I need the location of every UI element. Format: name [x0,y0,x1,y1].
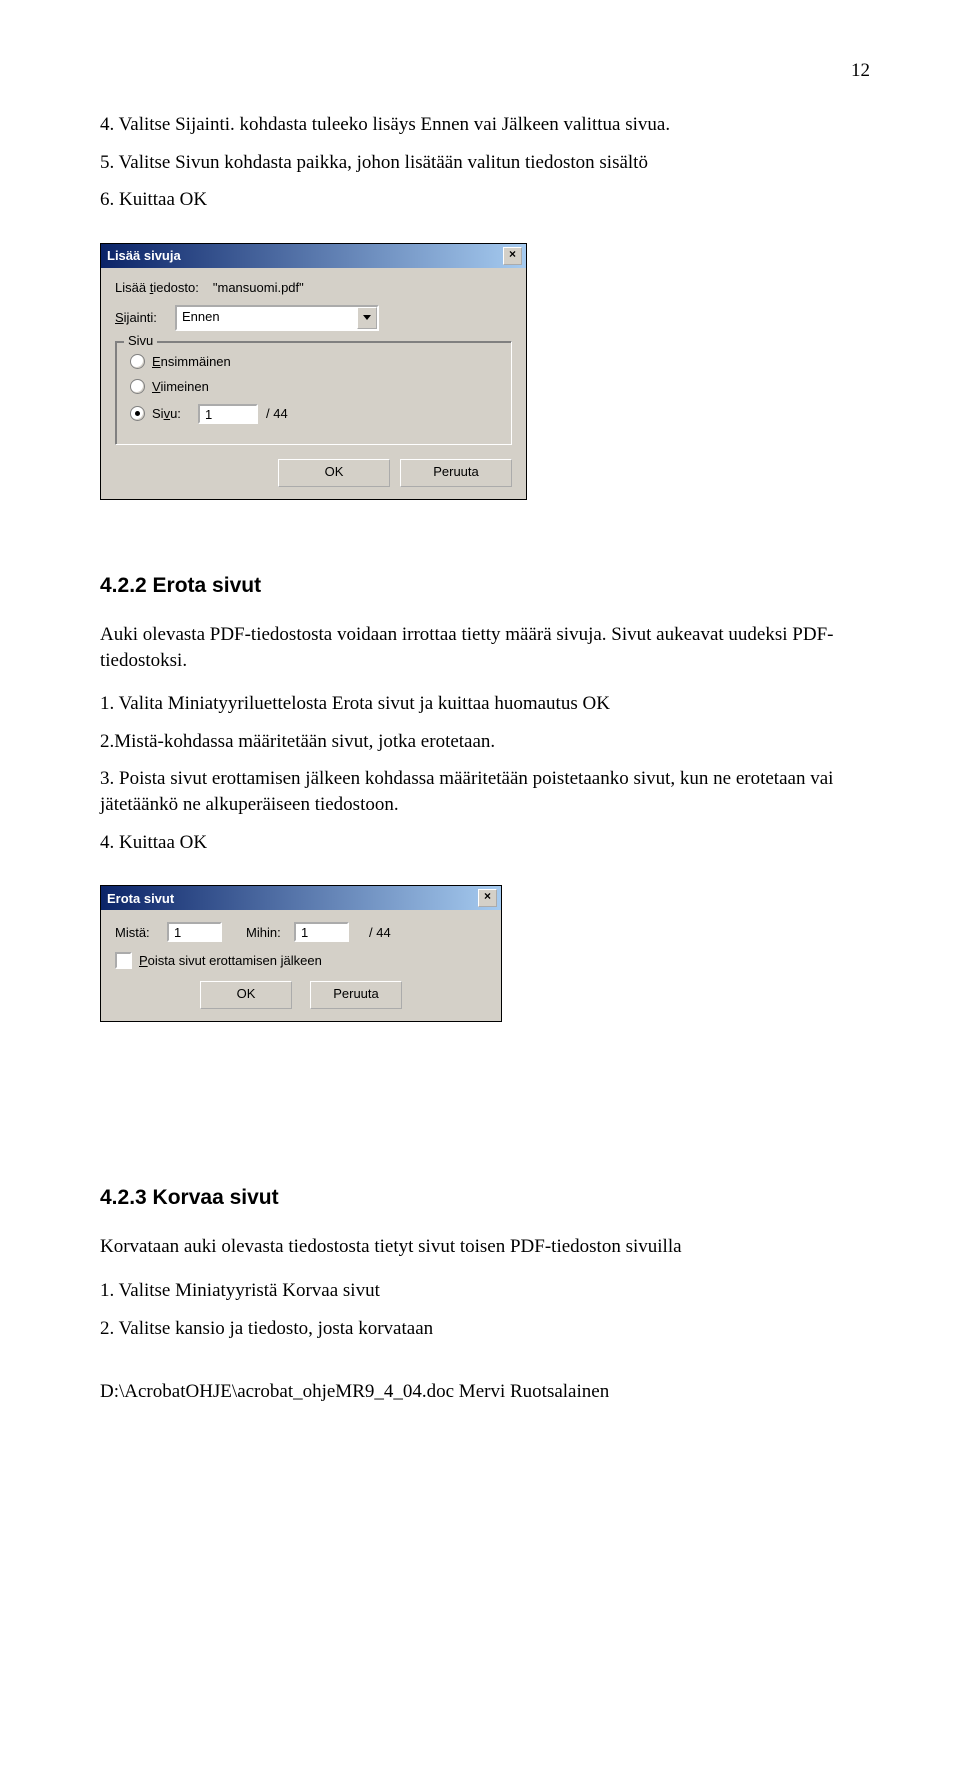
radio-icon [130,379,145,394]
ok-button[interactable]: OK [200,981,292,1009]
radio-last-label: Viimeinen [152,379,209,394]
intro-line-5: 5. Valitse Sivun kohdasta paikka, johon … [100,150,870,176]
page-number: 12 [100,60,870,82]
insert-file-label: Lisää tiedosto: [115,280,199,295]
insert-pages-dialog: Lisää sivuja × Lisää tiedosto: "mansuomi… [100,243,527,500]
intro-line-6: 6. Kuittaa OK [100,187,870,213]
radio-page-label: Sivu: [152,406,198,421]
cancel-button[interactable]: Peruuta [400,459,512,487]
radio-last[interactable]: Viimeinen [130,379,497,394]
section-4-2-2-head: 4.2.2 Erota sivut [100,574,870,598]
location-value: Ennen [177,307,357,329]
location-select[interactable]: Ennen [175,305,379,331]
radio-icon [130,406,145,421]
close-icon[interactable]: × [478,889,497,907]
sec2-step2: 2.Mistä-kohdassa määritetään sivut, jotk… [100,729,870,755]
cancel-button[interactable]: Peruuta [310,981,402,1009]
radio-first-label: Ensimmäinen [152,354,231,369]
radio-icon [130,354,145,369]
dialog-title: Erota sivut [107,891,174,906]
page-number-input[interactable]: 1 [198,404,258,424]
radio-page[interactable]: Sivu: 1 / 44 [130,404,497,424]
page-group: Sivu Ensimmäinen Viimeinen Sivu: 1 / 44 [115,341,512,445]
dialog-titlebar: Erota sivut × [101,886,501,910]
from-input[interactable]: 1 [167,922,222,942]
to-label: Mihin: [246,925,288,940]
ok-button[interactable]: OK [278,459,390,487]
to-input[interactable]: 1 [294,922,349,942]
intro-line-4: 4. Valitse Sijainti. kohdasta tuleeko li… [100,112,870,138]
sec2-step4: 4. Kuittaa OK [100,830,870,856]
radio-first[interactable]: Ensimmäinen [130,354,497,369]
dialog-title: Lisää sivuja [107,248,181,263]
insert-file-value: "mansuomi.pdf" [213,280,304,295]
sec3-step2: 2. Valitse kansio ja tiedosto, josta kor… [100,1316,870,1342]
footer-path: D:\AcrobatOHJE\acrobat_ohjeMR9_4_04.doc … [100,1381,870,1403]
location-label: Sijainti: [115,310,169,325]
page-group-legend: Sivu [124,333,157,348]
sec2-para: Auki olevasta PDF-tiedostosta voidaan ir… [100,622,870,673]
dialog-titlebar: Lisää sivuja × [101,244,526,268]
sec2-step3: 3. Poista sivut erottamisen jälkeen kohd… [100,766,870,817]
sec2-step1: 1. Valita Miniatyyriluettelosta Erota si… [100,691,870,717]
sec3-para: Korvataan auki olevasta tiedostosta tiet… [100,1234,870,1260]
close-icon[interactable]: × [503,247,522,265]
section-4-2-3-head: 4.2.3 Korvaa sivut [100,1186,870,1210]
delete-after-extract-checkbox[interactable]: Poista sivut erottamisen jälkeen [115,952,487,969]
page-total: / 44 [369,925,391,940]
sec3-step1: 1. Valitse Miniatyyristä Korvaa sivut [100,1278,870,1304]
extract-pages-dialog: Erota sivut × Mistä: 1 Mihin: 1 / 44 Poi… [100,885,502,1022]
from-label: Mistä: [115,925,161,940]
checkbox-label: Poista sivut erottamisen jälkeen [139,953,322,968]
page-total: / 44 [266,406,288,421]
checkbox-icon [115,952,132,969]
chevron-down-icon[interactable] [357,307,377,329]
